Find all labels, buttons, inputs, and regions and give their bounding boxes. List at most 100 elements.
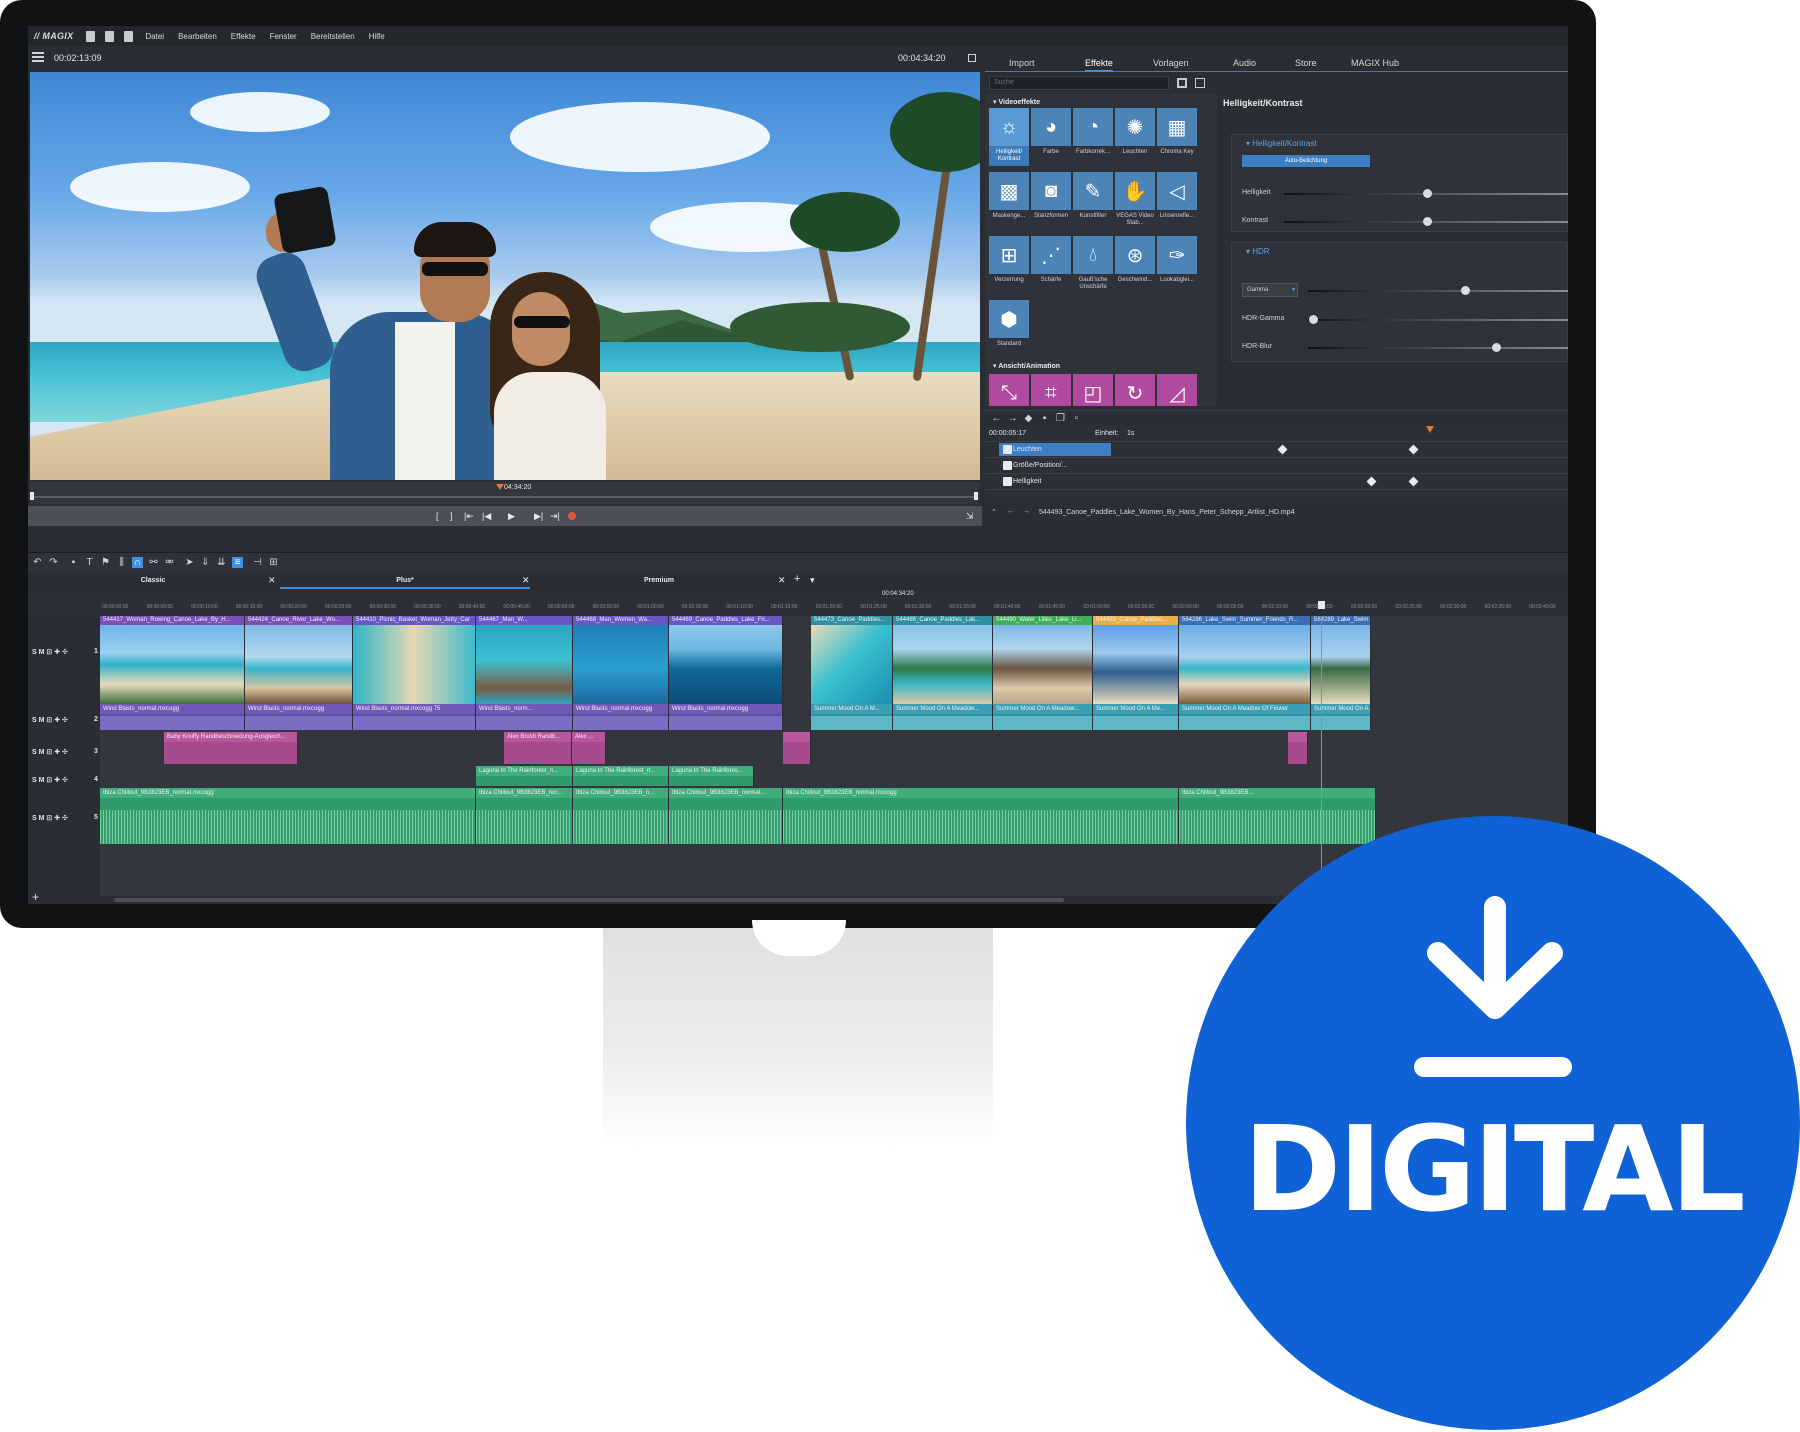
timeline-ruler[interactable]: 00:04:34:20 00:00:00:00 00:00:05:00 00:00:…	[28, 590, 1568, 616]
unlink-icon[interactable]: ⚮	[164, 557, 175, 568]
record-icon[interactable]	[568, 512, 576, 520]
effect-chroma-key[interactable]: ▦ Chroma Key	[1157, 108, 1197, 168]
up-icon[interactable]: ⌃	[991, 508, 997, 516]
undo-icon[interactable]: ↶	[32, 557, 43, 568]
audio-clip[interactable]: Summer Mood On A Meadow...	[893, 704, 993, 730]
effect-look-match[interactable]: ✑ Lookabglei...	[1157, 236, 1197, 296]
track-control[interactable]: S M ⊡ ✚ ✣ 4	[32, 776, 98, 784]
paste-icon[interactable]: ▫	[1071, 413, 1082, 424]
play-icon[interactable]: ▶	[508, 511, 515, 521]
tab-plus[interactable]: Plus*	[280, 575, 530, 589]
animation-effect[interactable]: ⌗	[1031, 374, 1071, 406]
magnet-icon[interactable]: ∩	[132, 557, 143, 568]
next-marker-icon[interactable]: ▶|	[534, 511, 543, 521]
hdr-gamma-slider-knob[interactable]	[1309, 315, 1319, 324]
track-control[interactable]: S M ⊡ ✚ ✣ 3	[32, 748, 98, 756]
box-title[interactable]: ▾ Helligkeit/Kontrast	[1232, 135, 1567, 148]
split-icon[interactable]: ⫼	[116, 557, 127, 568]
audio-clip[interactable]: Summer Mood On A Me...	[1093, 704, 1179, 730]
effect-art-filter[interactable]: ✎ Kunstfilter	[1073, 172, 1113, 232]
arrow-left-icon[interactable]: ←	[991, 413, 1002, 424]
go-to-out-icon[interactable]: ⇥|	[550, 511, 560, 521]
hamburger-menu-icon[interactable]	[32, 52, 44, 62]
audio-clip[interactable]: Laguna In The Rainforest_n...	[573, 766, 669, 786]
scroll-thumb[interactable]	[114, 898, 1064, 902]
menu-bereitstellen[interactable]: Bereitstellen	[304, 32, 362, 41]
effect-glow[interactable]: ✺ Leuchten	[1115, 108, 1155, 168]
go-to-in-icon[interactable]: |⇤	[464, 511, 474, 521]
effect-vegas-stabilizer[interactable]: ✋ VEGAS Video Stab...	[1115, 172, 1155, 232]
video-clip[interactable]: 564289_Lake_Swim...	[1311, 616, 1371, 704]
copy-icon[interactable]: ❐	[1055, 413, 1066, 424]
audio-clip[interactable]: Laguna In The Rainforest_n...	[476, 766, 573, 786]
solo-mute-buttons[interactable]: S M ⊡ ✚ ✣	[32, 749, 68, 756]
text-icon[interactable]: T	[84, 557, 95, 568]
audio-clip[interactable]: Wind Blasts_normal.mxcogg	[669, 704, 783, 730]
section-videoeffekte[interactable]: ▾ Videoeffekte	[985, 94, 1217, 108]
checkbox[interactable]	[1003, 461, 1012, 470]
storyboard-icon[interactable]: ⊞	[268, 557, 279, 568]
chevron-down-icon[interactable]: ▾	[810, 575, 815, 586]
keyframe-row-groesse[interactable]: Größe/Position/...	[985, 458, 1568, 474]
audio-clip[interactable]: Summer Mood On A M...	[811, 704, 893, 730]
music-clip[interactable]: Ibiza Chillout_9B3823EB_n...	[573, 788, 669, 844]
effect-gaussian-blur[interactable]: 💧︎ Gauß'sche Unschärfe	[1073, 236, 1113, 296]
tab-effekte[interactable]: Effekte	[1085, 58, 1113, 72]
trim-icon[interactable]: ⊣	[252, 557, 263, 568]
animation-effect[interactable]: ◿	[1157, 374, 1197, 406]
video-clip[interactable]: 564286_Lake_Swim_Summer_Friends_R...	[1179, 616, 1311, 704]
mark-in-icon[interactable]: [	[436, 511, 439, 521]
effect-sharpen[interactable]: ⋰ Schärfe	[1031, 236, 1071, 296]
close-icon[interactable]: ✕	[268, 575, 276, 586]
animation-effect[interactable]: ⤡	[989, 374, 1029, 406]
menu-fenster[interactable]: Fenster	[263, 32, 304, 41]
close-icon[interactable]: ✕	[522, 575, 530, 586]
effect-standard[interactable]: ⬢ Standard	[989, 300, 1029, 360]
effect-speed[interactable]: ⊛ Geschwind...	[1115, 236, 1155, 296]
video-clip[interactable]: 544473_Canoe_Paddles...	[811, 616, 893, 704]
effect-lens-flare[interactable]: ◁ Linsenrefle...	[1157, 172, 1197, 232]
arrow-right-icon[interactable]: →	[1007, 413, 1018, 424]
tab-import[interactable]: Import	[1009, 58, 1035, 68]
tab-vorlagen[interactable]: Vorlagen	[1153, 58, 1189, 68]
video-clip[interactable]: 544469_Canoe_Paddles_Lake_Fri...	[669, 616, 783, 704]
gamma-select[interactable]: Gamma ▾	[1242, 283, 1298, 297]
tab-magix-hub[interactable]: MAGIX Hub	[1351, 58, 1399, 68]
effect-color[interactable]: ◕ Farbe	[1031, 108, 1071, 168]
music-clip[interactable]: Ibiza Chillout_9B3823EB_nor...	[476, 788, 573, 844]
menu-bearbeiten[interactable]: Bearbeiten	[171, 32, 224, 41]
audio-level-icon[interactable]: ⇲	[966, 511, 974, 521]
keyframe-diamond[interactable]	[1408, 444, 1419, 455]
marker-flag-icon[interactable]: ⚑	[100, 557, 111, 568]
audio-clip[interactable]: Summer Mood On A Meadow Of Flower	[1179, 704, 1311, 730]
add-track-icon[interactable]: +	[32, 890, 39, 904]
menu-datei[interactable]: Datei	[138, 32, 171, 41]
mark-out-icon[interactable]: ]	[450, 511, 453, 521]
track-control[interactable]: S M ⊡ ✚ ✣ 2	[32, 716, 98, 724]
track-control[interactable]: S M ⊡ ✚ ✣ 1	[32, 648, 98, 656]
fullscreen-icon[interactable]	[968, 54, 976, 62]
music-clip[interactable]: Ibiza Chillout_9B3823EB_normal.mxcogg	[100, 788, 476, 844]
video-clip[interactable]: 544493_Canoe_Paddles...	[1093, 616, 1179, 704]
video-clip[interactable]: 544417_Woman_Rowing_Canoe_Lake_By_H...	[100, 616, 245, 704]
animation-effect[interactable]: ↻	[1115, 374, 1155, 406]
range-end-handle[interactable]	[974, 492, 978, 500]
ripple-icon[interactable]: ⇊	[216, 557, 227, 568]
preview-scrubber[interactable]: 04:34:20	[30, 482, 980, 504]
back-icon[interactable]: ←	[1007, 508, 1014, 515]
add-keyframe-icon[interactable]: ◆	[1023, 413, 1034, 424]
effect-color-correction[interactable]: ◔ Farbkorrek...	[1073, 108, 1113, 168]
video-clip[interactable]: 544486_Canoe_Paddles_Lak...	[893, 616, 993, 704]
video-clip[interactable]: 544490_Water_Lilies_Lake_Li...	[993, 616, 1093, 704]
open-folder-icon[interactable]	[105, 30, 115, 42]
solo-mute-buttons[interactable]: S M ⊡ ✚ ✣	[32, 717, 68, 724]
multi-track-icon[interactable]: ≡	[232, 557, 243, 568]
auto-exposure-button[interactable]: Auto-Belichtung	[1242, 155, 1370, 167]
video-clip[interactable]: 544410_Picnic_Basket_Woman_Jetty_Car	[353, 616, 476, 704]
grid-view-icon[interactable]	[1177, 78, 1187, 88]
new-file-icon[interactable]	[86, 30, 96, 42]
tab-audio[interactable]: Audio	[1233, 58, 1256, 68]
pointer-icon[interactable]: ➤	[184, 557, 195, 568]
close-icon[interactable]: ✕	[778, 575, 786, 586]
audio-clip[interactable]: Wind Blasts_norm...	[476, 704, 573, 730]
